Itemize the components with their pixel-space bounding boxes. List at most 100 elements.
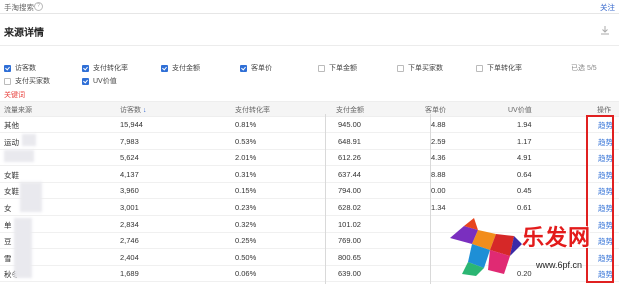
keyword-link[interactable]: 关键词 (4, 90, 25, 100)
metric-visitors[interactable]: 访客数 (4, 63, 36, 73)
cell-conversion: 0.23% (235, 203, 257, 212)
cell-amount: 800.65 (338, 252, 361, 262)
cell-source: 雪 (4, 253, 12, 263)
metric-label: 访客数 (15, 65, 36, 72)
cell-conversion: 0.25% (235, 236, 257, 246)
cell-amount: 637.44 (338, 169, 361, 179)
cell-unit-price: 8.88 (431, 169, 446, 179)
metric-label: 下单金额 (329, 65, 357, 72)
header-unit-price[interactable]: 客单价 (425, 105, 446, 115)
header-action: 操作 (597, 107, 611, 114)
help-icon[interactable]: ? (34, 2, 43, 11)
cell-visitors: 7,983 (120, 136, 139, 146)
metric-paid-buyers[interactable]: 支付买家数 (4, 76, 50, 86)
cell-amount: 628.02 (338, 203, 361, 212)
cell-amount: 769.00 (338, 236, 361, 246)
metric-label: 支付买家数 (15, 78, 50, 85)
blurred-region (22, 134, 36, 146)
cell-conversion: 0.50% (235, 252, 257, 262)
watermark: 乐发网 www.6pf.cn (444, 216, 619, 284)
cell-source: 运动 (4, 137, 19, 147)
header-uv-value[interactable]: UV价值 (508, 105, 532, 115)
cell-visitors: 15,944 (120, 120, 143, 129)
selected-count: 已选 5/5 (571, 65, 597, 72)
header-visitors[interactable]: 访客数 ↓ (120, 105, 147, 115)
cell-amount: 101.02 (338, 219, 361, 229)
checkbox-checked[interactable] (4, 64, 11, 72)
cell-source: 豆 (4, 237, 12, 247)
checkbox-checked[interactable] (82, 77, 89, 85)
metric-order-conversion[interactable]: 下单转化率 (476, 63, 522, 73)
table-row: 女鞋 4,137 0.31% 637.44 8.88 0.64 趋势 (0, 166, 619, 183)
sort-desc-icon[interactable]: ↓ (143, 107, 147, 114)
bull-logo-icon (450, 218, 522, 276)
cell-amount: 794.00 (338, 186, 361, 196)
metric-amount[interactable]: 支付金额 (161, 63, 200, 73)
cell-unit-price: 0.00 (431, 186, 446, 196)
source-title: 手淘搜索 (4, 3, 34, 12)
table-header: 流量来源 访客数 ↓ 支付转化率 支付金额 客单价 UV价值 操作 (0, 101, 619, 117)
table-row: 运动 7,983 0.53% 648.91 2.59 1.17 趋势 (0, 133, 619, 150)
cell-source: 女鞋 (4, 170, 19, 180)
header-conversion[interactable]: 支付转化率 (235, 105, 270, 115)
cell-amount: 648.91 (338, 136, 361, 146)
checkbox-checked[interactable] (82, 64, 89, 72)
header-source: 流量来源 (4, 107, 32, 114)
metric-label: 客单价 (251, 65, 272, 72)
cell-unit-price: 4.88 (431, 120, 446, 129)
cell-amount: 945.00 (338, 120, 361, 129)
cell-visitors: 3,960 (120, 186, 139, 196)
cell-amount: 639.00 (338, 269, 361, 279)
cell-source: 女鞋 (4, 187, 19, 197)
checkbox-checked[interactable] (240, 64, 247, 72)
cell-conversion: 0.32% (235, 219, 257, 229)
download-icon[interactable] (600, 25, 610, 35)
cell-visitors: 5,624 (120, 153, 139, 163)
cell-conversion: 2.01% (235, 153, 257, 163)
cell-uv-value: 4.91 (517, 153, 532, 163)
watermark-url: www.6pf.cn (536, 260, 583, 270)
cell-visitors: 2,834 (120, 219, 139, 229)
checkbox-checked[interactable] (161, 64, 168, 72)
table-row: 女 3,001 0.23% 628.02 1.34 0.61 趋势 (0, 199, 619, 216)
cell-visitors: 2,404 (120, 252, 139, 262)
metric-label: 下单转化率 (487, 65, 522, 72)
metric-label: 下单买家数 (408, 65, 443, 72)
section-title: 来源详情 (4, 28, 44, 39)
cell-visitors: 2,746 (120, 236, 139, 246)
cell-conversion: 0.31% (235, 169, 257, 179)
column-divider (325, 114, 326, 284)
header-amount[interactable]: 支付金额 (336, 105, 364, 115)
table-row: 5,624 2.01% 612.26 4.36 4.91 趋势 (0, 149, 619, 167)
metric-uv-value[interactable]: UV价值 (82, 76, 117, 86)
checkbox-unchecked[interactable] (476, 64, 483, 72)
cell-visitors: 4,137 (120, 169, 139, 179)
cell-visitors: 3,001 (120, 203, 139, 212)
checkbox-unchecked[interactable] (318, 64, 325, 72)
metric-unit-price[interactable]: 客单价 (240, 63, 272, 73)
metric-order-buyers[interactable]: 下单买家数 (397, 63, 443, 73)
follow-link[interactable]: 关注 (600, 2, 615, 13)
cell-amount: 612.26 (338, 153, 361, 163)
table-row: 女鞋 3,960 0.15% 794.00 0.00 0.45 趋势 (0, 182, 619, 200)
cell-unit-price: 2.59 (431, 136, 446, 146)
cell-visitors: 1,689 (120, 269, 139, 279)
divider (0, 45, 619, 46)
metric-label: UV价值 (93, 78, 117, 85)
header-label: 访客数 (120, 107, 141, 114)
cell-uv-value: 1.94 (517, 120, 532, 129)
top-bar: 手淘搜索 ? 关注 (0, 0, 619, 12)
metric-label: 支付金额 (172, 65, 200, 72)
cell-conversion: 0.53% (235, 136, 257, 146)
table-row: 其他 15,944 0.81% 945.00 4.88 1.94 趋势 (0, 116, 619, 133)
metric-label: 支付转化率 (93, 65, 128, 72)
metric-order-amount[interactable]: 下单金额 (318, 63, 357, 73)
divider (0, 13, 619, 14)
checkbox-unchecked[interactable] (397, 64, 404, 72)
cell-uv-value: 0.45 (517, 186, 532, 196)
metric-conversion[interactable]: 支付转化率 (82, 63, 128, 73)
checkbox-unchecked[interactable] (4, 77, 11, 85)
cell-conversion: 0.15% (235, 186, 257, 196)
blurred-region (4, 150, 34, 162)
cell-uv-value: 0.61 (517, 203, 532, 212)
